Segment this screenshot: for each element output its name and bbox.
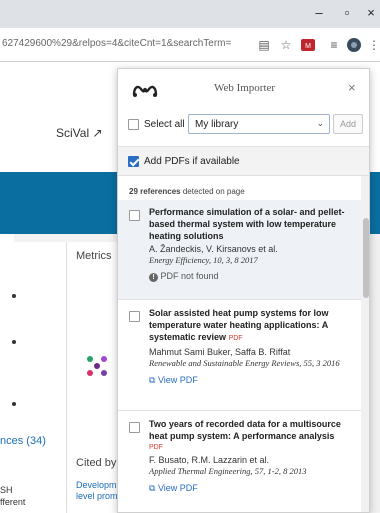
url-text[interactable]: 627429600%29&relpos=4&citeCnt=1&searchTe… <box>2 38 231 49</box>
translate-icon[interactable]: ▤ <box>256 37 272 53</box>
chevron-down-icon: ⌄ <box>316 118 324 128</box>
minimize-button[interactable]: – <box>310 4 328 22</box>
address-bar: 627429600%29&relpos=4&citeCnt=1&searchTe… <box>0 28 380 62</box>
importer-title: Web Importer <box>213 82 276 94</box>
pdf-badge: PDF <box>149 444 163 451</box>
reference-title: Solar assisted heat pump systems for low… <box>149 308 329 342</box>
reference-count-number: 29 references <box>129 187 181 196</box>
reference-count-suffix: detected on page <box>182 187 245 196</box>
metrics-heading: Metrics <box>76 250 112 262</box>
cited-by-heading: Cited by <box>76 457 117 469</box>
info-icon: ! <box>149 273 158 282</box>
reference-journal: Energy Efficiency, 10, 3, 8 2017 <box>149 255 258 265</box>
cited-item-link[interactable]: Developm level prom <box>76 480 118 502</box>
list-bullet <box>12 402 16 406</box>
list-item[interactable]: Performance simulation of a solar- and p… <box>118 200 361 300</box>
reference-checkbox[interactable] <box>129 311 140 322</box>
left-panel <box>14 242 66 513</box>
left-text-fragment: SH <box>0 485 13 495</box>
close-icon[interactable]: × <box>348 80 356 95</box>
list-item[interactable]: Two years of recorded data for a multiso… <box>118 412 361 512</box>
reference-journal: Renewable and Sustainable Energy Reviews… <box>149 358 340 368</box>
bookmark-star-icon[interactable]: ☆ <box>278 37 294 53</box>
add-pdfs-checkbox[interactable] <box>128 156 139 167</box>
reference-title: Two years of recorded data for a multiso… <box>149 419 341 441</box>
reference-authors: A. Žandeckis, V. Kirsanovs et al. <box>149 244 278 254</box>
scival-link[interactable]: SciVal ↗ <box>56 126 103 140</box>
pdf-badge: PDF <box>228 335 243 342</box>
reference-journal: Applied Thermal Engineering, 57, 1-2, 8 … <box>149 466 307 476</box>
select-all-label[interactable]: Select all <box>144 119 185 130</box>
reference-title: Performance simulation of a solar- and p… <box>149 207 345 241</box>
references-link[interactable]: nces (34) <box>0 435 46 447</box>
reference-checkbox[interactable] <box>129 210 140 221</box>
select-all-checkbox[interactable] <box>128 119 139 130</box>
extension-globe-icon[interactable] <box>346 37 362 53</box>
view-pdf-link[interactable]: ⧉ View PDF <box>149 375 354 386</box>
left-text-fragment: fferent <box>0 497 26 507</box>
pdf-file-icon: ⧉ <box>149 375 156 385</box>
reading-list-icon[interactable]: ≡ <box>326 37 342 53</box>
menu-icon[interactable]: ⋮ <box>366 37 380 53</box>
svg-text:M: M <box>305 43 311 50</box>
pdf-file-icon: ⧉ <box>149 483 156 493</box>
mendeley-extension-icon[interactable]: M <box>300 37 316 53</box>
list-item[interactable]: Solar assisted heat pump systems for low… <box>118 301 361 411</box>
library-select[interactable]: My library ⌄ <box>188 114 330 134</box>
plumx-icon <box>86 354 108 383</box>
list-bullet <box>12 294 16 298</box>
reference-authors: F. Busato, R.M. Lazzarin et al. <box>149 455 270 465</box>
view-pdf-link[interactable]: ⧉ View PDF <box>149 483 354 494</box>
select-all-row: Select all My library ⌄ Add <box>118 110 369 140</box>
pdf-status: ! PDF not found <box>149 270 354 282</box>
web-importer-popup: Web Importer × Select all My library ⌄ A… <box>117 68 370 513</box>
pdf-status-text: PDF not found <box>160 271 219 281</box>
browser-title-bar: – ▫ × <box>0 0 380 28</box>
scrollbar-thumb[interactable] <box>363 218 369 298</box>
importer-header: Web Importer × <box>118 69 369 109</box>
close-window-button[interactable]: × <box>362 4 380 22</box>
reference-list-scrollbar[interactable] <box>361 176 369 512</box>
maximize-button[interactable]: ▫ <box>338 4 356 22</box>
add-pdfs-label[interactable]: Add PDFs if available <box>144 156 240 167</box>
reference-count: 29 references detected on page <box>129 187 245 196</box>
list-bullet <box>12 340 16 344</box>
add-pdfs-row: Add PDFs if available <box>118 146 369 176</box>
library-select-value: My library <box>195 119 239 130</box>
reference-authors: Mahmut Sami Buker, Saffa B. Riffat <box>149 347 291 357</box>
reference-list: Performance simulation of a solar- and p… <box>118 200 361 512</box>
add-button[interactable]: Add <box>333 114 363 134</box>
reference-checkbox[interactable] <box>129 422 140 433</box>
